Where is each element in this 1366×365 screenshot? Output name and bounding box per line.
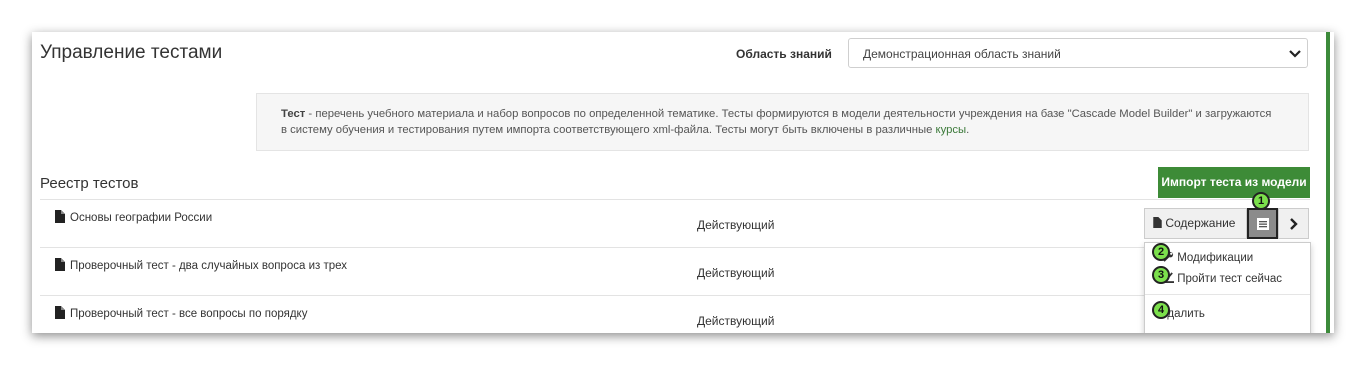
import-test-button[interactable]: Импорт теста из модели [1158,167,1310,198]
main-panel: Управление тестами Область знаний Демонс… [32,32,1334,333]
chevron-right-icon [1290,218,1298,230]
menu-item-label: Модификации [1177,252,1254,264]
menu-item-take-test[interactable]: Пройти тест сейчас [1163,272,1282,285]
knowledge-area-value: Демонстрационная область знаний [863,47,1061,61]
annotation-badge: 1 [1252,192,1270,210]
test-name[interactable]: Основы географии России [70,212,212,224]
menu-toggle-button[interactable] [1247,208,1278,239]
document-icon [1153,217,1162,228]
chevron-down-icon [1289,50,1301,58]
info-term: Тест [281,108,306,120]
knowledge-area-label: Область знаний [736,47,832,61]
annotation-badge: 4 [1152,301,1170,319]
menu-item-label: Пройти тест сейчас [1177,273,1283,285]
knowledge-area-select[interactable]: Демонстрационная область знаний [848,38,1308,68]
menu-divider [1145,294,1310,295]
document-icon [55,258,65,271]
next-button[interactable] [1278,208,1309,239]
page-title: Управление тестами [40,42,223,63]
right-accent-bar [1326,32,1330,333]
test-name[interactable]: Проверочный тест - все вопросы по порядк… [70,308,307,320]
annotation-badge: 3 [1152,266,1170,284]
content-label: Содержание [1165,216,1236,230]
info-text-end: . [966,124,970,136]
registry-title: Реестр тестов [40,175,139,192]
menu-item-modifications[interactable]: Модификации [1163,251,1253,264]
table-row: Основы географии России Действующий Соде… [40,199,1310,248]
list-icon [1257,218,1269,230]
document-icon [55,210,65,223]
content-button[interactable]: Содержание [1144,208,1247,239]
test-status: Действующий [697,266,775,280]
courses-link[interactable]: курсы [936,124,967,136]
info-text-line1: - перечень учебного материала и набор во… [305,108,1272,120]
info-text-line2: в систему обучения и тестирования путем … [281,124,936,136]
document-icon [55,306,65,319]
test-name[interactable]: Проверочный тест - два случайных вопроса… [70,260,347,272]
test-status: Действующий [697,218,775,232]
test-status: Действующий [697,314,775,328]
table-row: Проверочный тест - все вопросы по порядк… [40,295,1310,333]
annotation-badge: 2 [1152,243,1170,261]
table-row: Проверочный тест - два случайных вопроса… [40,247,1310,296]
info-box: Тест - перечень учебного материала и наб… [256,93,1309,151]
